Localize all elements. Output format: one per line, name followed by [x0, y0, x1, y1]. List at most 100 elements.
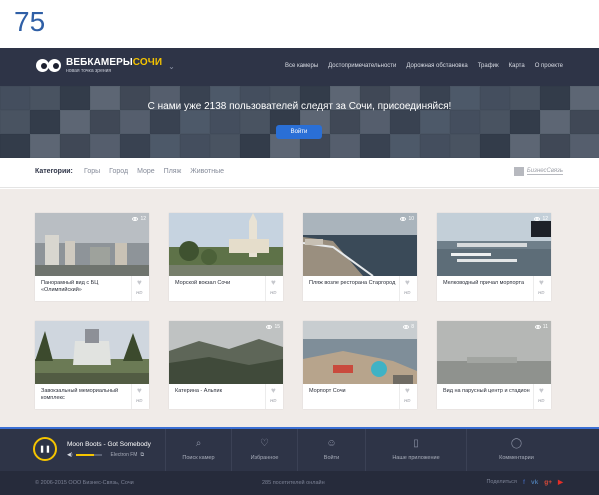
nav-traffic[interactable]: Трафик	[478, 63, 499, 69]
view-count: 11	[534, 324, 548, 330]
camera-card[interactable]: 10 Пляж возле ресторана Старгород ♥ HD	[303, 213, 417, 301]
phone-icon: ▯	[413, 438, 419, 449]
nav-sights[interactable]: Достопримечательности	[328, 63, 396, 69]
camera-card[interactable]: 15 Катерина - Альпик ♥ HD	[169, 321, 283, 409]
favorite-heart-icon[interactable]: ♥	[539, 279, 544, 287]
user-icon: ☺	[326, 438, 337, 449]
camera-grid: 12 Панорамный вид с БЦ «Олимпийский» ♥ HD Мо…	[0, 189, 599, 427]
favorite-heart-icon[interactable]: ♥	[271, 387, 276, 395]
comment-icon: ◯	[510, 438, 523, 449]
bottom-nav-search[interactable]: ⌕ Поиск камер	[165, 429, 231, 471]
eye-icon	[534, 217, 541, 221]
camera-thumbnail[interactable]: 10	[303, 213, 417, 276]
view-count: 8	[403, 324, 414, 330]
online-counter: 285 посетителей онлайн	[262, 480, 325, 486]
partner-mark-icon	[513, 167, 524, 176]
login-button[interactable]: Войти	[276, 125, 322, 139]
bottom-nav-app[interactable]: ▯ Наше приложение	[365, 429, 466, 471]
nav-map[interactable]: Карта	[509, 63, 525, 69]
camera-thumbnail[interactable]: 8	[303, 321, 417, 384]
footer: © 2006-2015 ООО Бизнес-Связь, Сочи 285 п…	[0, 471, 599, 495]
favorite-heart-icon[interactable]: ♥	[271, 279, 276, 287]
camera-title[interactable]: Вид на парусный центр и стадион	[443, 388, 531, 395]
station-name[interactable]: Electron FM	[111, 452, 138, 458]
hd-badge: HD	[136, 290, 143, 295]
bottom-nav-comments[interactable]: ◯ Комментарии	[466, 429, 566, 471]
slide-number: 75	[14, 6, 46, 37]
categories-label: Категории:	[35, 168, 73, 175]
camera-title[interactable]: Катерина - Альпик	[175, 388, 263, 395]
hd-badge: HD	[404, 290, 411, 295]
eye-icon	[403, 325, 410, 329]
camera-card[interactable]: 8 Морпорт Сочи ♥ HD	[303, 321, 417, 409]
hd-badge: HD	[270, 290, 277, 295]
vk-icon[interactable]: vk	[531, 479, 538, 486]
camera-title[interactable]: Мелководный причал морпорта	[443, 280, 531, 287]
search-icon: ⌕	[195, 438, 202, 449]
bottom-nav-favorites[interactable]: ♡ Избранное	[231, 429, 297, 471]
track-title: Moon Boots - Got Somebody	[67, 440, 151, 448]
main-nav: Все камеры Достопримечательности Дорожна…	[285, 63, 563, 69]
website-screenshot: ВЕБКАМЕРЫСОЧИ новая точка зрения ⌄ Все к…	[0, 48, 599, 495]
facebook-icon[interactable]: f	[523, 479, 525, 486]
category-city[interactable]: Город	[109, 168, 128, 175]
volume-icon[interactable]: ◀)	[67, 452, 73, 458]
category-sea[interactable]: Море	[137, 168, 155, 175]
camera-title[interactable]: Морпорт Сочи	[309, 388, 397, 395]
view-count: 15	[266, 324, 280, 330]
google-plus-icon[interactable]: g+	[544, 479, 552, 486]
heart-icon: ♡	[260, 438, 269, 449]
favorite-heart-icon[interactable]: ♥	[137, 279, 142, 287]
camera-title[interactable]: Морской вокзал Сочи	[175, 280, 263, 287]
chevron-down-icon[interactable]: ⌄	[168, 62, 175, 71]
pause-button[interactable]: ❚❚	[33, 437, 57, 461]
camera-thumbnail[interactable]	[169, 213, 283, 276]
eye-icon	[400, 217, 407, 221]
category-mountains[interactable]: Горы	[84, 168, 100, 175]
camera-title[interactable]: Пляж возле ресторана Старгород	[309, 280, 397, 287]
view-count: 12	[534, 216, 548, 222]
camera-thumbnail[interactable]: 11	[437, 321, 551, 384]
eye-icon	[534, 325, 541, 329]
bottom-nav-login[interactable]: ☺ Войти	[297, 429, 365, 471]
site-logo[interactable]: ВЕБКАМЕРЫСОЧИ новая точка зрения ⌄	[36, 58, 175, 74]
camera-thumbnail[interactable]: 12	[35, 213, 149, 276]
share-bar: Поделиться f vk g+ ▶	[486, 478, 563, 487]
hero-text: С нами уже 2138 пользователей следят за …	[147, 101, 452, 112]
favorite-heart-icon[interactable]: ♥	[137, 387, 142, 395]
share-label: Поделиться	[486, 479, 517, 485]
volume-slider[interactable]	[75, 453, 102, 456]
external-link-icon[interactable]: ⧉	[140, 452, 144, 458]
eyes-logo-icon	[36, 58, 62, 74]
camera-card[interactable]: 12 Панорамный вид с БЦ «Олимпийский» ♥ HD	[35, 213, 149, 301]
partner-logo[interactable]: БизнесСвязь	[513, 167, 563, 176]
nav-about[interactable]: О проекте	[535, 63, 563, 69]
category-animals[interactable]: Животные	[190, 168, 224, 175]
hero-banner: С нами уже 2138 пользователей следят за …	[0, 86, 599, 158]
camera-card[interactable]: Морской вокзал Сочи ♥ HD	[169, 213, 283, 301]
nav-all-cameras[interactable]: Все камеры	[285, 63, 318, 69]
favorite-heart-icon[interactable]: ♥	[405, 387, 410, 395]
logo-title: ВЕБКАМЕРЫСОЧИ	[66, 57, 163, 68]
nav-roads[interactable]: Дорожная обстановка	[406, 63, 467, 69]
camera-card[interactable]: 11 Вид на парусный центр и стадион ♥ HD	[437, 321, 551, 409]
youtube-icon[interactable]: ▶	[558, 478, 563, 486]
camera-thumbnail[interactable]: 15	[169, 321, 283, 384]
favorite-heart-icon[interactable]: ♥	[405, 279, 410, 287]
category-bar: Категории: Горы Город Море Пляж Животные…	[0, 158, 599, 188]
category-beach[interactable]: Пляж	[164, 168, 182, 175]
camera-thumbnail[interactable]	[35, 321, 149, 384]
view-count: 12	[132, 216, 146, 222]
camera-title[interactable]: Завокзальный мемориальный комплекс	[41, 388, 129, 402]
camera-card[interactable]: Завокзальный мемориальный комплекс ♥ HD	[35, 321, 149, 409]
hd-badge: HD	[538, 290, 545, 295]
radio-player: ❚❚ Moon Boots - Got Somebody ◀) Electron…	[33, 437, 151, 461]
hd-badge: HD	[136, 398, 143, 403]
eye-icon	[132, 217, 139, 221]
hd-badge: HD	[538, 398, 545, 403]
favorite-heart-icon[interactable]: ♥	[539, 387, 544, 395]
bottom-bar: ❚❚ Moon Boots - Got Somebody ◀) Electron…	[0, 427, 599, 471]
camera-title[interactable]: Панорамный вид с БЦ «Олимпийский»	[41, 280, 129, 294]
camera-thumbnail[interactable]: 12	[437, 213, 551, 276]
camera-card[interactable]: 12 Мелководный причал морпорта ♥ HD	[437, 213, 551, 301]
